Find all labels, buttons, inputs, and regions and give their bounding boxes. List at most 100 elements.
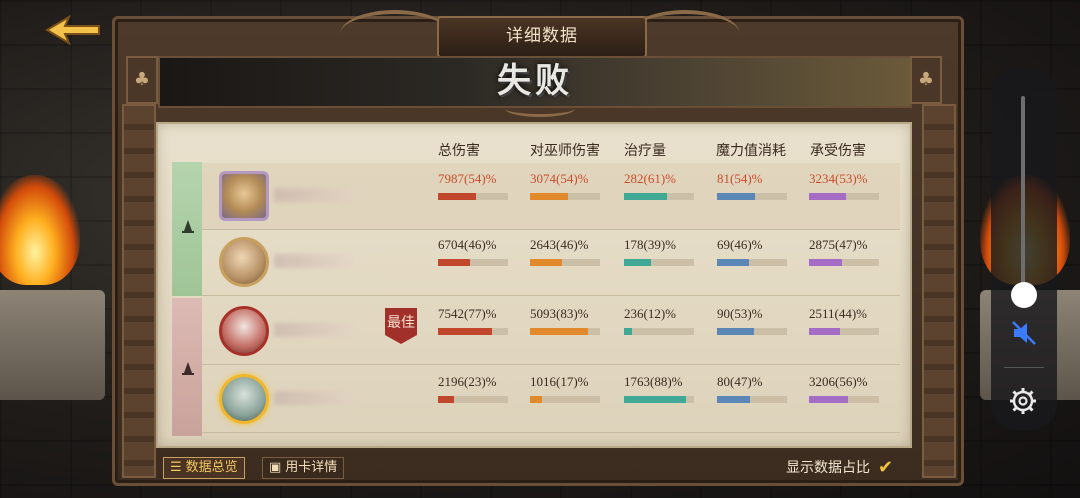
gear-icon — [1010, 388, 1036, 414]
player-name-redacted — [274, 391, 354, 405]
avatar[interactable] — [218, 235, 270, 289]
column-header-mana-cost: 魔力值消耗 — [716, 143, 786, 159]
tab-label: 数据总览 — [185, 460, 238, 475]
stat-bar — [530, 396, 600, 403]
stat-bar — [717, 328, 787, 335]
page-title: 详细数据 — [437, 16, 647, 58]
speaker-muted-icon — [1012, 321, 1036, 345]
stat-bar-fill — [438, 328, 492, 335]
player-name-redacted — [274, 254, 354, 268]
stat-bar-fill — [809, 259, 842, 266]
stat-value: 2875(47)% — [809, 237, 868, 252]
stat-bar-fill — [438, 396, 455, 403]
avatar[interactable] — [218, 169, 270, 223]
stat-bar — [624, 259, 694, 266]
stat-value: 5093(83)% — [530, 306, 589, 321]
stat-bar — [438, 193, 508, 200]
column-header-healing: 治疗量 — [624, 143, 666, 159]
best-player-badge: 最佳 — [385, 308, 417, 344]
stat-bar-fill — [624, 193, 667, 200]
player-name-redacted — [274, 323, 354, 337]
volume-slider-knob[interactable] — [1011, 282, 1037, 308]
volume-slider-track[interactable] — [1021, 96, 1025, 286]
stat-value: 69(46)% — [717, 237, 763, 252]
player-name-redacted — [274, 188, 354, 202]
tab-label: 用卡详情 — [285, 460, 338, 475]
stat-bar — [717, 193, 787, 200]
column-header-damage-taken: 承受伤害 — [810, 143, 866, 159]
stat-value: 80(47)% — [717, 374, 763, 389]
stat-bar — [809, 193, 879, 200]
stat-value: 2643(46)% — [530, 237, 589, 252]
stat-bar — [438, 259, 508, 266]
stat-bar-fill — [624, 328, 633, 335]
stat-value: 90(53)% — [717, 306, 763, 321]
stat-value: 7987(54)% — [438, 171, 497, 186]
avatar[interactable] — [218, 304, 270, 358]
tab-card-details[interactable]: ▣ 用卡详情 — [262, 457, 345, 479]
stat-bar-fill — [717, 259, 750, 266]
list-icon: ☰ — [170, 460, 182, 475]
corner-emblem-right: ♣ — [910, 56, 942, 104]
stat-bar — [809, 259, 879, 266]
stat-bar-fill — [717, 328, 755, 335]
control-divider — [1004, 367, 1044, 368]
stat-value: 3206(56)% — [809, 374, 868, 389]
stat-value: 1016(17)% — [530, 374, 589, 389]
column-header-wizard-damage: 对巫师伤害 — [530, 143, 600, 159]
stat-value: 3074(54)% — [530, 171, 589, 186]
back-button[interactable] — [40, 10, 106, 50]
back-arrow-icon — [45, 14, 100, 46]
corner-emblem-left: ♣ — [126, 56, 158, 104]
stat-value: 282(61)% — [624, 171, 676, 186]
column-header-total-damage: 总伤害 — [438, 143, 480, 159]
frame-pillar-right — [922, 104, 956, 478]
banner-ornament — [505, 100, 575, 117]
stat-bar-fill — [809, 193, 847, 200]
stat-bar-fill — [809, 396, 849, 403]
stat-bar-fill — [624, 396, 686, 403]
stat-value: 2196(23)% — [438, 374, 497, 389]
stat-bar — [624, 396, 694, 403]
stat-bar — [530, 328, 600, 335]
stat-value: 7542(77)% — [438, 306, 497, 321]
checkmark-icon: ✔ — [878, 456, 894, 478]
wizard-hat-icon — [180, 218, 196, 236]
stat-bar — [530, 193, 600, 200]
stat-bar-fill — [809, 328, 840, 335]
stat-bar — [717, 259, 787, 266]
stat-bar — [438, 328, 508, 335]
stat-bar-fill — [438, 259, 471, 266]
table-row: 7987(54)% 3074(54)% 282(61)% 81(54)% 3234(53… — [202, 163, 900, 230]
stat-bar — [530, 259, 600, 266]
stat-bar-fill — [530, 259, 563, 266]
stat-bar-fill — [624, 259, 652, 266]
avatar[interactable] — [218, 372, 270, 426]
stat-bar — [624, 193, 694, 200]
stat-value: 1763(88)% — [624, 374, 683, 389]
stat-value: 81(54)% — [717, 171, 763, 186]
stat-bar — [624, 328, 694, 335]
wizard-hat-icon — [180, 360, 196, 378]
stat-value: 178(39)% — [624, 237, 676, 252]
stat-bar-fill — [530, 193, 568, 200]
left-brazier — [0, 290, 105, 400]
frame-pillar-left — [122, 104, 156, 478]
stat-value: 6704(46)% — [438, 237, 497, 252]
settings-button[interactable] — [1006, 384, 1040, 418]
frame-ornament-left — [340, 10, 450, 58]
stat-value: 3234(53)% — [809, 171, 868, 186]
stat-value: 236(12)% — [624, 306, 676, 321]
stat-value: 2511(44)% — [809, 306, 868, 321]
table-row: 最佳 7542(77)% 5093(83)% 236(12)% 90(53)% 2511(… — [202, 298, 900, 365]
stat-bar — [809, 396, 879, 403]
toggle-label: 显示数据占比 — [786, 460, 870, 476]
show-percentage-toggle[interactable]: 显示数据占比 ✔ — [786, 456, 894, 478]
match-result: 失败 — [497, 61, 573, 101]
stat-bar-fill — [717, 396, 750, 403]
card-icon: ▣ — [269, 460, 282, 475]
tab-data-overview[interactable]: ☰ 数据总览 — [163, 457, 245, 479]
mute-button[interactable] — [1008, 318, 1040, 348]
stat-bar-fill — [530, 328, 589, 335]
stat-bar-fill — [438, 193, 476, 200]
